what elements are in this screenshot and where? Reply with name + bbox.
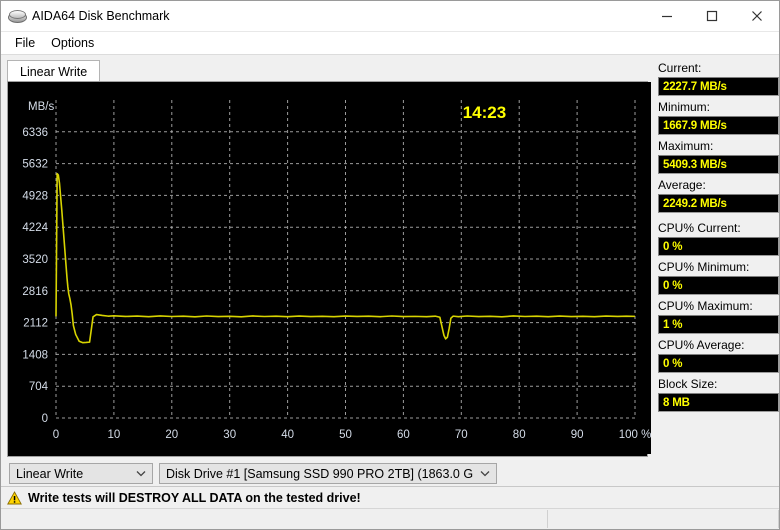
result-caption: CPU% Maximum:	[658, 299, 753, 313]
result-value: 2249.2 MB/s	[658, 194, 779, 213]
minimize-icon[interactable]	[644, 1, 689, 31]
maximize-icon[interactable]	[689, 1, 734, 31]
tab-linear-write[interactable]: Linear Write	[7, 60, 101, 81]
chart-background	[8, 82, 651, 454]
result-caption: Current:	[658, 61, 702, 75]
result-cpu-average: CPU% Average: 0 %	[658, 338, 779, 373]
x-axis-tick-label: 80	[513, 429, 526, 441]
elapsed-time-label: 14:23	[463, 103, 506, 122]
chart-canvas: MB/s 0 704 1408 2112 2816 3520 4224 4928 5632 6336…	[8, 82, 651, 454]
result-value: 1667.9 MB/s	[658, 116, 779, 135]
drive-value: Disk Drive #1 [Samsung SSD 990 PRO 2TB] …	[166, 466, 474, 481]
x-axis-tick-label: 0	[53, 429, 59, 441]
result-caption: Block Size:	[658, 377, 718, 391]
y-axis-tick-label: 704	[29, 381, 49, 393]
y-axis-unit-label: MB/s	[28, 101, 54, 113]
y-axis-tick-label: 3520	[22, 254, 48, 266]
y-axis-tick-label: 5632	[22, 159, 48, 171]
status-segment-left	[1, 510, 548, 528]
y-axis-tick-label: 2816	[22, 286, 48, 298]
x-axis-tick-label: 60	[397, 429, 410, 441]
result-value: 1 %	[658, 315, 779, 334]
menu-item-options[interactable]: Options	[45, 34, 104, 53]
y-axis-tick-label: 1408	[22, 349, 48, 361]
menu-bar: File Options	[1, 32, 779, 55]
result-caption: CPU% Average:	[658, 338, 745, 352]
results-panel: Current: 2227.7 MB/s Minimum: 1667.9 MB/…	[654, 55, 779, 486]
window-controls	[644, 1, 779, 31]
result-cpu-current: CPU% Current: 0 %	[658, 221, 779, 256]
drive-dropdown[interactable]: Disk Drive #1 [Samsung SSD 990 PRO 2TB] …	[159, 463, 497, 484]
y-axis-tick-label: 0	[42, 413, 48, 425]
x-axis-tick-label: 100 %	[619, 429, 651, 441]
x-axis-tick-label: 10	[108, 429, 121, 441]
result-caption: Average:	[658, 178, 706, 192]
result-maximum: Maximum: 5409.3 MB/s	[658, 139, 779, 174]
x-axis-tick-label: 70	[455, 429, 468, 441]
test-mode-value: Linear Write	[16, 466, 84, 481]
result-block-size: Block Size: 8 MB	[658, 377, 779, 412]
y-axis-tick-label: 2112	[23, 318, 48, 330]
result-current: Current: 2227.7 MB/s	[658, 61, 779, 96]
x-axis-tick-label: 90	[571, 429, 584, 441]
status-bar	[1, 508, 779, 529]
result-value: 0 %	[658, 276, 779, 295]
selector-row: Linear Write Disk Drive #1 [Samsung SSD …	[9, 463, 648, 484]
disk-icon	[8, 7, 27, 25]
result-value: 0 %	[658, 354, 779, 373]
result-caption: Maximum:	[658, 139, 714, 153]
y-axis-tick-label: 4224	[22, 222, 48, 234]
result-minimum: Minimum: 1667.9 MB/s	[658, 100, 779, 135]
result-cpu-minimum: CPU% Minimum: 0 %	[658, 260, 779, 295]
chevron-down-icon	[130, 464, 152, 483]
test-mode-dropdown[interactable]: Linear Write	[9, 463, 153, 484]
window-title: AIDA64 Disk Benchmark	[32, 9, 170, 23]
result-value: 8 MB	[658, 393, 779, 412]
warning-triangle-icon	[7, 490, 22, 505]
title-bar: AIDA64 Disk Benchmark	[1, 1, 779, 32]
result-caption: CPU% Current:	[658, 221, 741, 235]
status-segment-right	[548, 510, 779, 528]
tab-strip: Linear Write	[7, 59, 654, 81]
left-column: Linear Write MB/s 0 704 1408 2112 2816 3520 422…	[1, 55, 654, 514]
x-axis-tick-label: 50	[339, 429, 352, 441]
y-axis-tick-label: 4928	[22, 190, 48, 202]
result-value: 0 %	[658, 237, 779, 256]
y-axis-tick-label: 6336	[22, 127, 48, 139]
menu-item-file[interactable]: File	[9, 34, 45, 53]
result-value: 5409.3 MB/s	[658, 155, 779, 174]
result-caption: CPU% Minimum:	[658, 260, 750, 274]
aida64-disk-benchmark-window: AIDA64 Disk Benchmark File Options Linea…	[0, 0, 780, 530]
result-caption: Minimum:	[658, 100, 711, 114]
x-axis-tick-label: 30	[223, 429, 236, 441]
result-value: 2227.7 MB/s	[658, 77, 779, 96]
result-cpu-maximum: CPU% Maximum: 1 %	[658, 299, 779, 334]
close-icon[interactable]	[734, 1, 779, 31]
chevron-down-icon	[474, 464, 496, 483]
benchmark-chart: MB/s 0 704 1408 2112 2816 3520 4224 4928 5632 6336…	[7, 81, 651, 457]
warning-text: Write tests will DESTROY ALL DATA on the…	[28, 490, 361, 505]
main-content: Linear Write MB/s 0 704 1408 2112 2816 3520 422…	[1, 55, 779, 514]
x-axis-tick-label: 20	[165, 429, 178, 441]
x-axis-tick-label: 40	[281, 429, 294, 441]
warning-bar: Write tests will DESTROY ALL DATA on the…	[1, 486, 779, 508]
result-average: Average: 2249.2 MB/s	[658, 178, 779, 213]
